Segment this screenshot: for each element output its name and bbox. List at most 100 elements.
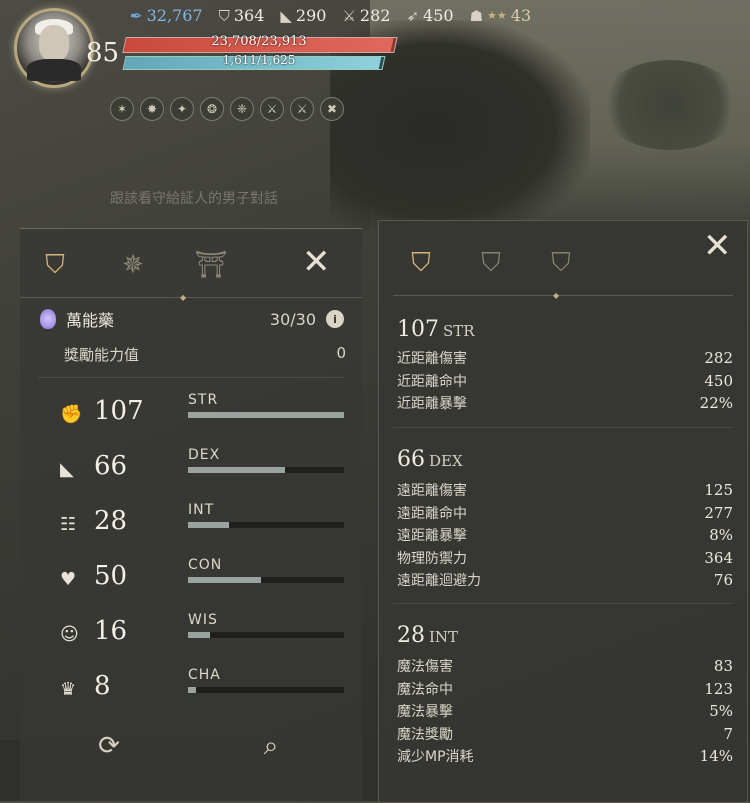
attr-bar xyxy=(188,687,344,693)
helmet-icon: ⛉ xyxy=(45,249,65,280)
attr-bar xyxy=(188,412,344,418)
attribute-panel: ⛉ ✵ ⛩ ✕ ◆ 萬能藥 30/30 i 獎勵能力值 0 ✊ 107 STR … xyxy=(20,228,362,801)
bonus-value: 0 xyxy=(336,344,346,362)
helmet-shield-icon: ⛉ xyxy=(481,247,501,278)
trophy-icon: ☗ xyxy=(469,6,484,25)
buff-icon[interactable]: ⚔ xyxy=(290,97,314,121)
attr-bar xyxy=(188,577,344,583)
attr-name: INT xyxy=(188,502,215,518)
stat-row: 遠距離傷害 125 xyxy=(397,481,733,500)
head-icon: ☺ xyxy=(60,624,79,645)
section-str-list: 近距離傷害 282 近距離命中 450 近距離暴擊 22% xyxy=(397,347,733,415)
buff-icon[interactable]: ✖ xyxy=(320,97,344,121)
hud-stat-row: ✒ 32,767 ⛉ 364 ◣ 290 ⚔ 282 ➶ 450 ☗ ★★ 43 xyxy=(130,6,531,25)
helmet-icon: ⛉ xyxy=(218,6,230,25)
attr-name: WIS xyxy=(188,612,218,628)
attr-bar xyxy=(188,632,344,638)
tab-divider: ◆ xyxy=(20,293,362,302)
attr-name: CON xyxy=(188,557,223,573)
attr-name: DEX xyxy=(188,447,221,463)
detail-tabs: ⛉ ⛉ ⛉ xyxy=(405,243,577,283)
stat-detail-panel: ⛉ ⛉ ⛉ ✕ ◆ 107 STR 近距離傷害 282 近距離命中 450 近距離暴擊… xyxy=(378,220,748,803)
tab-shrine[interactable]: ⛩ xyxy=(194,247,228,283)
attribute-str[interactable]: ✊ 107 STR xyxy=(60,392,348,442)
stat-row: 遠距離命中 277 xyxy=(397,503,733,522)
boot-icon: ◣ xyxy=(60,459,74,480)
potion-icon xyxy=(40,309,56,329)
attr-value: 66 xyxy=(94,451,128,481)
bonus-label: 獎勵能力值 xyxy=(64,346,140,364)
boot-icon: ◣ xyxy=(280,6,292,25)
elixir-name: 萬能藥 xyxy=(66,311,115,330)
stat-row: 魔法傷害 83 xyxy=(397,657,733,676)
hp-text: 23,708/23,913 xyxy=(211,34,307,49)
tab-elixir[interactable]: ✵ xyxy=(116,247,150,283)
attribute-int[interactable]: ☷ 28 INT xyxy=(60,502,348,552)
heartbeat-icon: ♥ xyxy=(60,569,77,590)
mp-text: 1,611/1,625 xyxy=(222,53,296,67)
section-dex-list: 遠距離傷害 125 遠距離命中 277 遠距離暴擊 8% 物理防禦力 364 遠距離迴避… xyxy=(397,479,733,592)
info-icon[interactable]: i xyxy=(326,310,344,328)
section-int-header: 28 INT xyxy=(397,623,459,648)
stat-row: 遠距離暴擊 8% xyxy=(397,526,733,545)
close-icon[interactable]: ✕ xyxy=(302,245,331,279)
stat-row: 遠距離迴避力 76 xyxy=(397,571,733,590)
shrine-icon: ⛩ xyxy=(194,250,228,280)
stat-row: 近距離傷害 282 xyxy=(397,349,733,368)
stat-hit: ➶ 450 xyxy=(406,6,454,25)
stat-row: 魔法獎勵 7 xyxy=(397,724,733,743)
elixir-count: 30/30 xyxy=(269,309,316,329)
character-level: 85 xyxy=(86,38,120,68)
sword-icon: ⚔ xyxy=(342,6,356,25)
attribute-con[interactable]: ♥ 50 CON xyxy=(60,557,348,607)
helmet-gear-icon: ⛉ xyxy=(411,247,431,278)
stat-attack: ⚔ 282 xyxy=(342,6,391,25)
bow-icon: ➶ xyxy=(406,6,420,25)
stat-row: 減少MP消耗 14% xyxy=(397,747,733,766)
reset-icon[interactable]: ⟳ xyxy=(92,729,126,763)
muscle-icon: ✊ xyxy=(60,404,83,425)
buff-icon[interactable]: ✦ xyxy=(170,97,194,121)
divider xyxy=(393,603,733,604)
buff-icon[interactable]: ✸ xyxy=(140,97,164,121)
close-icon[interactable]: ✕ xyxy=(703,229,732,263)
helmet-side-icon: ⛉ xyxy=(551,247,571,278)
divider xyxy=(393,427,733,428)
attr-bar xyxy=(188,522,344,528)
background-tree xyxy=(600,60,740,150)
search-icon[interactable]: ⌕ xyxy=(254,729,288,763)
feather-icon: ✒ xyxy=(130,6,143,25)
attr-bar xyxy=(188,467,344,473)
attr-value: 107 xyxy=(94,396,144,426)
bonus-points-row: 獎勵能力值 0 xyxy=(64,344,346,365)
attr-value: 50 xyxy=(94,561,128,591)
buff-icon[interactable]: ✶ xyxy=(110,97,134,121)
tab-helmet-shield[interactable]: ⛉ xyxy=(475,243,507,283)
tab-helmet-gear[interactable]: ⛉ xyxy=(405,243,437,283)
stat-evasion: ◣ 290 xyxy=(280,6,327,25)
quest-tracker-text[interactable]: 跟該看守給証人的男子對話 xyxy=(110,188,278,208)
buff-icon[interactable]: ⚔ xyxy=(260,97,284,121)
section-dex-header: 66 DEX xyxy=(397,447,463,472)
attr-name: CHA xyxy=(188,667,221,683)
attribute-wis[interactable]: ☺ 16 WIS xyxy=(60,612,348,662)
buff-icon[interactable]: ❈ xyxy=(230,97,254,121)
stat-row: 物理防禦力 364 xyxy=(397,548,733,567)
buff-bar: ✶ ✸ ✦ ❂ ❈ ⚔ ⚔ ✖ xyxy=(110,97,344,121)
crown-icon: ♛ xyxy=(60,679,77,700)
stat-trophy: ☗ ★★ 43 xyxy=(469,6,532,25)
section-str-header: 107 STR xyxy=(397,317,475,342)
elixir-row: 萬能藥 30/30 i xyxy=(40,307,344,331)
attribute-dex[interactable]: ◣ 66 DEX xyxy=(60,447,348,497)
character-portrait[interactable] xyxy=(14,8,94,88)
attr-value: 8 xyxy=(94,671,111,701)
section-int-list: 魔法傷害 83 魔法命中 123 魔法暴擊 5% 魔法獎勵 7 減少MP消耗 14% xyxy=(397,655,733,768)
attr-name: STR xyxy=(188,392,219,408)
buff-icon[interactable]: ❂ xyxy=(200,97,224,121)
stat-row: 魔法暴擊 5% xyxy=(397,702,733,721)
attr-value: 28 xyxy=(94,506,128,536)
attribute-cha[interactable]: ♛ 8 CHA xyxy=(60,667,348,717)
tab-helmet-side[interactable]: ⛉ xyxy=(545,243,577,283)
book-icon: ☷ xyxy=(60,514,77,535)
tab-attributes[interactable]: ⛉ xyxy=(38,247,72,283)
